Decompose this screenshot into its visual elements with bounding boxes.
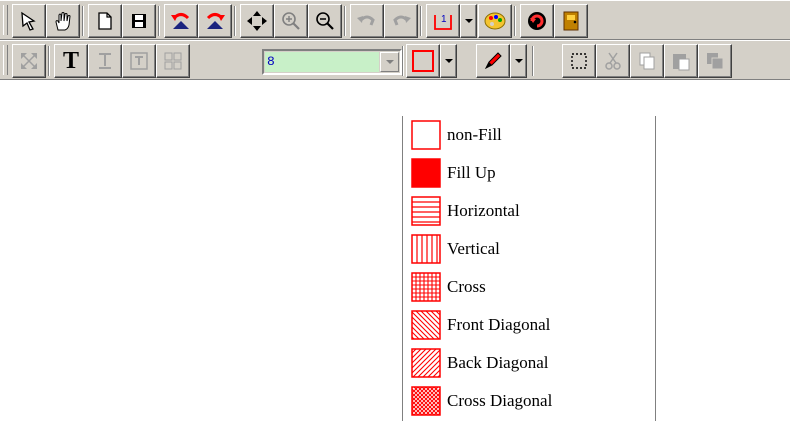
undo-button[interactable] [350,4,384,38]
menu-item-non-fill[interactable]: non-Fill [411,118,651,152]
menu-item-label: Vertical [447,239,500,258]
move-button[interactable] [240,4,274,38]
exit-button[interactable] [554,4,588,38]
menu-item-cross[interactable]: Cross [411,270,651,304]
rotate-right-icon [206,13,225,29]
toolbar-grip[interactable] [3,45,8,75]
text-box-icon [130,52,148,70]
menu-item-label: Cross Diagonal [447,391,553,410]
redo-button[interactable] [384,4,418,38]
toolbar-separator [234,6,236,36]
line-width-dropdown-button[interactable] [380,52,399,72]
new-page-icon [98,12,112,30]
page-number-button[interactable]: 1 [426,4,460,38]
front-diagonal-hatch-icon [411,310,441,340]
line-width-field[interactable]: 8 [265,52,379,72]
menu-item-cross-diagonal[interactable]: Cross Diagonal [411,384,651,418]
toolbar-separator [344,6,346,36]
toolbar-grip[interactable] [3,5,8,35]
resize-button[interactable] [12,44,46,78]
pan-button[interactable] [46,4,80,38]
zoom-in-icon [282,12,300,30]
menu-item-label: non-Fill [447,125,502,144]
back-diagonal-hatch-icon [411,348,441,378]
fill-pattern-dropdown[interactable] [440,44,457,78]
menu-item-label: Back Diagonal [447,353,549,372]
pen-color-button[interactable] [476,44,510,78]
menu-item-vertical[interactable]: Vertical [411,232,651,266]
palette-icon [484,12,506,30]
copy-icon [639,52,655,70]
toolbar-separator [532,46,534,76]
resize-arrows-icon [21,53,37,69]
dashed-select-icon [571,53,587,69]
redo-icon [393,15,411,26]
drawing-toolbar: T 8 [0,40,790,80]
new-button[interactable] [88,4,122,38]
palette-button[interactable] [478,4,512,38]
menu-item-label: Horizontal [447,201,520,220]
toolbar-separator [514,6,516,36]
solid-fill-icon [411,158,441,188]
move-cross-icon [247,11,267,31]
refresh-button[interactable] [520,4,554,38]
menu-item-fill-up[interactable]: Fill Up [411,156,651,190]
select-region-button[interactable] [562,44,596,78]
scissors-icon [605,52,621,70]
zoom-out-button[interactable] [308,4,342,38]
page-number-icon: 1 [434,14,452,30]
select-button[interactable] [12,4,46,38]
non-fill-icon [411,120,441,150]
save-disk-icon [132,14,146,28]
text-box-button[interactable] [122,44,156,78]
zoom-in-button[interactable] [274,4,308,38]
rotate-right-button[interactable] [198,4,232,38]
horizontal-hatch-icon [411,196,441,226]
zoom-out-icon [316,12,334,30]
paste-button[interactable] [664,44,698,78]
toolbar-separator [48,46,50,76]
toolbar-separator [420,6,422,36]
menu-item-label: Cross [447,277,486,296]
line-width-combo[interactable]: 8 [262,49,402,75]
fill-pattern-button[interactable] [406,44,440,78]
menu-item-label: Front Diagonal [447,315,551,334]
toolbar-separator [82,6,84,36]
select-arrow-icon [21,11,36,31]
fill-pattern-menu: non-Fill Fill Up Horizontal Vertical Cro… [402,116,656,421]
toolbar-separator [158,6,160,36]
text-baseline-icon [99,53,111,69]
hand-pan-icon [55,12,71,31]
pencil-icon [484,52,502,70]
duplicate-button[interactable] [698,44,732,78]
undo-icon [357,15,375,26]
duplicate-icon [707,53,724,70]
toolbar-separator [402,46,404,76]
menu-item-front-diagonal[interactable]: Front Diagonal [411,308,651,342]
page-number-dropdown[interactable] [460,4,477,38]
cross-hatch-icon [411,272,441,302]
cross-diagonal-hatch-icon [411,386,441,416]
svg-text:1: 1 [441,14,447,25]
vertical-hatch-icon [411,234,441,264]
exit-door-icon [563,11,579,31]
text-tool-button[interactable]: T [54,44,88,78]
refresh-icon [528,12,546,30]
pen-color-dropdown[interactable] [510,44,527,78]
menu-item-label: Fill Up [447,163,496,182]
fill-swatch-icon [412,50,434,72]
cut-button[interactable] [596,44,630,78]
copy-button[interactable] [630,44,664,78]
text-tool-icon: T [62,47,79,74]
paste-icon [673,54,690,71]
menu-item-back-diagonal[interactable]: Back Diagonal [411,346,651,380]
rotate-left-button[interactable] [164,4,198,38]
menu-item-horizontal[interactable]: Horizontal [411,194,651,228]
save-button[interactable] [122,4,156,38]
main-toolbar: 1 [0,0,790,40]
text-font-button[interactable] [156,44,190,78]
text-underline-button[interactable] [88,44,122,78]
rotate-left-icon [171,13,190,29]
text-font-icon [164,52,182,70]
